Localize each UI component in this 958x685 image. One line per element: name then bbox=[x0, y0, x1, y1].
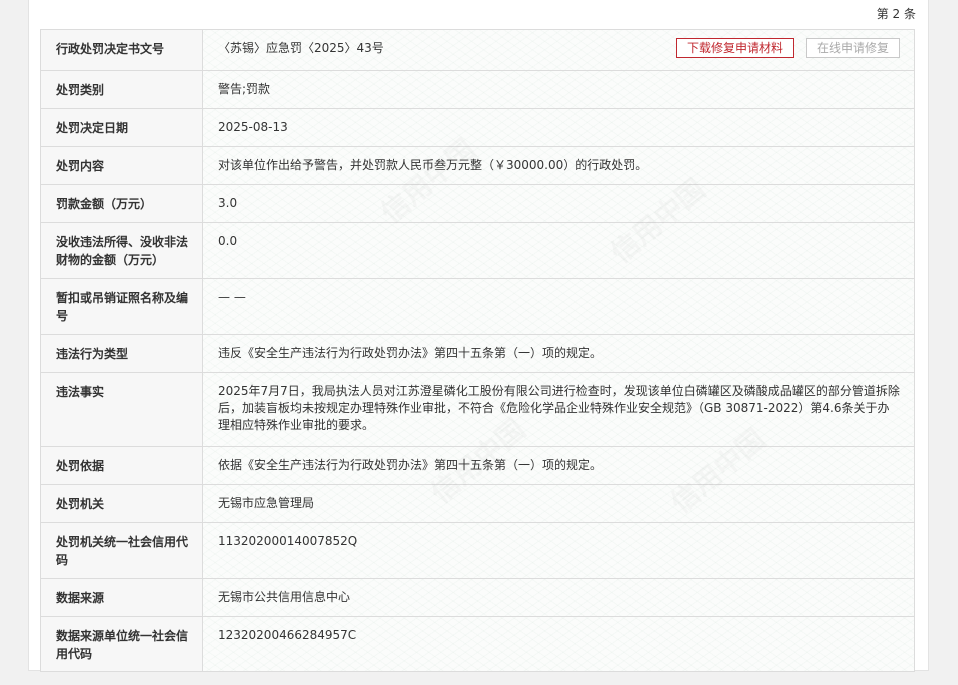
row-value: — — bbox=[218, 290, 246, 304]
row-value: 2025-08-13 bbox=[218, 120, 288, 134]
table-row: 处罚机关 无锡市应急管理局 bbox=[41, 485, 914, 523]
record-count: 第 2 条 bbox=[876, 7, 916, 21]
row-label: 数据来源 bbox=[41, 579, 203, 616]
row-label: 暂扣或吊销证照名称及编号 bbox=[41, 279, 203, 334]
row-label: 违法事实 bbox=[41, 373, 203, 446]
row-label: 处罚依据 bbox=[41, 447, 203, 484]
table-row: 暂扣或吊销证照名称及编号 — — bbox=[41, 279, 914, 335]
row-label: 处罚决定日期 bbox=[41, 109, 203, 146]
table-row-decision-number: 行政处罚决定书文号 〈苏锡〉应急罚〈2025〉43号 下载修复申请材料 在线申请… bbox=[41, 30, 914, 71]
row-value: 依据《安全生产违法行为行政处罚办法》第四十五条第（一）项的规定。 bbox=[218, 458, 603, 472]
table-row: 处罚机关统一社会信用代码 11320200014007852Q bbox=[41, 523, 914, 579]
row-label: 违法行为类型 bbox=[41, 335, 203, 372]
table-row: 处罚内容 对该单位作出给予警告，并处罚款人民币叁万元整（￥30000.00）的行… bbox=[41, 147, 914, 185]
online-repair-button[interactable]: 在线申请修复 bbox=[805, 38, 900, 58]
row-label: 数据来源单位统一社会信用代码 bbox=[41, 617, 203, 671]
row-value: 〈苏锡〉应急罚〈2025〉43号 下载修复申请材料 在线申请修复 bbox=[203, 30, 914, 70]
row-label: 没收违法所得、没收非法财物的金额（万元） bbox=[41, 223, 203, 278]
row-label: 处罚机关 bbox=[41, 485, 203, 522]
row-value: 对该单位作出给予警告，并处罚款人民币叁万元整（￥30000.00）的行政处罚。 bbox=[218, 158, 648, 172]
table-row: 违法事实 2025年7月7日，我局执法人员对江苏澄星磷化工股份有限公司进行检查时… bbox=[41, 373, 914, 447]
row-label: 处罚类别 bbox=[41, 71, 203, 108]
table-row: 数据来源单位统一社会信用代码 12320200466284957C bbox=[41, 617, 914, 672]
table-row: 处罚依据 依据《安全生产违法行为行政处罚办法》第四十五条第（一）项的规定。 bbox=[41, 447, 914, 485]
row-value: 违反《安全生产违法行为行政处罚办法》第四十五条第（一）项的规定。 bbox=[218, 346, 603, 360]
penalty-detail-table: 信用中国 信用中国 信用中国 信用中国 行政处罚决定书文号 〈苏锡〉应急罚〈20… bbox=[40, 29, 915, 672]
decision-number-value: 〈苏锡〉应急罚〈2025〉43号 bbox=[218, 41, 384, 55]
row-value: 3.0 bbox=[218, 196, 238, 210]
row-value: 2025年7月7日，我局执法人员对江苏澄星磷化工股份有限公司进行检查时，发现该单… bbox=[218, 384, 900, 432]
table-row: 违法行为类型 违反《安全生产违法行为行政处罚办法》第四十五条第（一）项的规定。 bbox=[41, 335, 914, 373]
table-row: 处罚类别 警告;罚款 bbox=[41, 71, 914, 109]
row-value: 无锡市公共信用信息中心 bbox=[218, 590, 351, 604]
download-repair-materials-button[interactable]: 下载修复申请材料 bbox=[675, 38, 794, 58]
row-value: 警告;罚款 bbox=[218, 82, 271, 96]
row-value: 无锡市应急管理局 bbox=[218, 496, 315, 510]
record-panel: 第 2 条 信用中国 信用中国 信用中国 信用中国 行政处罚决定书文号 〈苏锡〉… bbox=[28, 0, 929, 672]
row-value: 11320200014007852Q bbox=[218, 534, 358, 548]
table-row: 罚款金额（万元） 3.0 bbox=[41, 185, 914, 223]
row-label: 罚款金额（万元） bbox=[41, 185, 203, 222]
table-row: 处罚决定日期 2025-08-13 bbox=[41, 109, 914, 147]
row-label: 处罚机关统一社会信用代码 bbox=[41, 523, 203, 578]
row-value: 0.0 bbox=[218, 234, 238, 248]
row-label: 处罚内容 bbox=[41, 147, 203, 184]
row-value: 12320200466284957C bbox=[218, 628, 357, 642]
table-row: 数据来源 无锡市公共信用信息中心 bbox=[41, 579, 914, 617]
table-row: 没收违法所得、没收非法财物的金额（万元） 0.0 bbox=[41, 223, 914, 279]
row-label: 行政处罚决定书文号 bbox=[41, 30, 203, 70]
